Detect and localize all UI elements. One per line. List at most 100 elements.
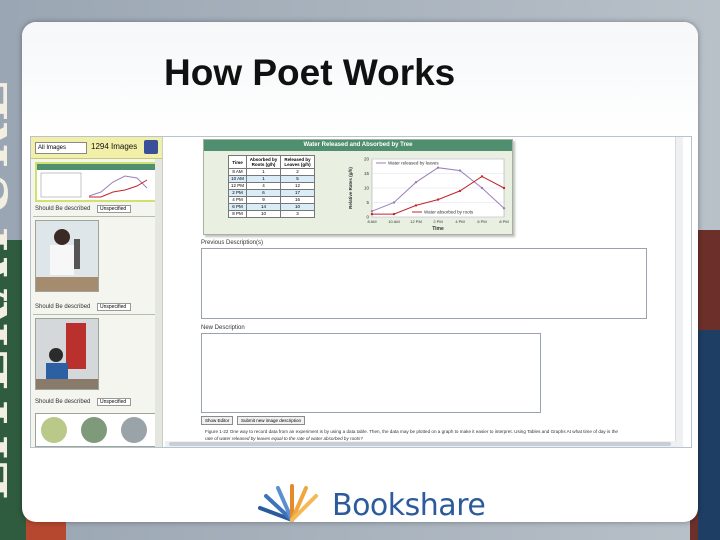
- cells-photo-icon: [36, 414, 158, 446]
- table-cell: 10: [246, 210, 282, 218]
- table-cell: 6: [246, 189, 282, 197]
- book-fan-icon: [258, 484, 318, 522]
- table-cell: 9: [246, 196, 282, 204]
- table-cell: 8 PM: [227, 210, 248, 218]
- table-cell: 2: [280, 168, 316, 176]
- new-description-label: New Description: [201, 325, 245, 331]
- poet-screenshot: All Images 1294 Images Should Be describ…: [30, 136, 692, 448]
- x-tick-label: 6 PM: [477, 219, 486, 224]
- table-header: Absorbed by Roots (g/h): [246, 155, 282, 169]
- image-filter-select[interactable]: All Images: [35, 142, 87, 154]
- thumbnail-microscope[interactable]: [35, 220, 99, 292]
- table-cell: 1: [246, 168, 282, 176]
- data-point: [414, 181, 418, 184]
- figure-heading: Water Released and Absorbed by Tree: [204, 140, 512, 151]
- data-point: [436, 198, 440, 201]
- legend-label: Water absorbed by roots: [424, 210, 474, 215]
- thumbnail-chart[interactable]: [35, 162, 159, 202]
- divider: [33, 216, 157, 217]
- legend-label: Water released by leaves: [388, 161, 439, 166]
- table-cell: 6 PM: [227, 203, 248, 211]
- table-cell: 5: [280, 175, 316, 183]
- y-tick-label: 15: [364, 171, 370, 176]
- item-label: Should Be described: [35, 206, 91, 212]
- table-row: 8 AM 1 2: [227, 168, 316, 176]
- data-point: [392, 212, 396, 216]
- new-description-input[interactable]: [201, 333, 541, 413]
- data-point: [458, 189, 462, 193]
- previous-description-label: Previous Description(s): [201, 240, 264, 246]
- x-tick-label: 2 PM: [433, 219, 442, 224]
- data-point: [480, 175, 484, 178]
- table-cell: 12: [280, 182, 316, 190]
- data-point: [480, 186, 484, 190]
- slide-title: How Poet Works: [164, 52, 456, 93]
- item-label: Should Be described: [35, 304, 91, 310]
- table-cell: 14: [246, 203, 282, 211]
- help-icon[interactable]: [144, 140, 158, 154]
- image-list-pane: All Images 1294 Images Should Be describ…: [31, 137, 163, 447]
- data-point: [414, 204, 418, 207]
- y-tick-label: 5: [366, 200, 369, 205]
- table-cell: 17: [280, 189, 316, 197]
- x-tick-label: 10 AM: [388, 219, 399, 224]
- data-point: [436, 166, 440, 169]
- x-tick-label: 12 PM: [410, 219, 422, 224]
- table-row: 6 PM 14 10: [227, 203, 316, 211]
- table-cell: 10: [280, 203, 316, 211]
- show-editor-button[interactable]: Show Editor: [201, 416, 234, 425]
- thumbnail-chart-icon: [37, 164, 157, 198]
- table-cell: 4 PM: [227, 196, 248, 204]
- table-cell: 12 PM: [227, 182, 248, 190]
- status-select[interactable]: Unspecified: [97, 303, 131, 311]
- thumbnail-cells[interactable]: [35, 413, 159, 447]
- table-cell: 3: [280, 210, 316, 218]
- data-table: Time Absorbed by Roots (g/h) Released by…: [227, 155, 316, 218]
- bookshare-logo: Bookshare: [254, 484, 486, 522]
- table-cell: 8 AM: [227, 168, 248, 176]
- line-chart: 201510508 AM 10 AM 12 PM 2 PM 4 PM 6 PM 8 PMTi…: [348, 157, 509, 233]
- data-point: [392, 201, 396, 204]
- microscope-photo-icon: [36, 221, 98, 291]
- figure-image: Water Released and Absorbed by Tree Time…: [203, 139, 513, 235]
- image-list-scrollbar[interactable]: [155, 159, 162, 447]
- slide: How Poet Works All Images 1294 Images Sh…: [22, 22, 698, 522]
- table-cell: 4: [246, 182, 282, 190]
- bookshare-wordmark: Bookshare: [332, 488, 486, 522]
- description-scrollbar[interactable]: [675, 137, 683, 447]
- horizontal-scrollbar[interactable]: [165, 441, 683, 447]
- status-select[interactable]: Unspecified: [97, 398, 131, 406]
- table-header: Released by Leaves (g/h): [280, 155, 316, 169]
- table-row: 8 PM 10 3: [227, 210, 316, 218]
- image-count: 1294 Images: [91, 142, 138, 151]
- x-axis-label: Time: [432, 226, 444, 232]
- x-tick-label: 8 PM: [499, 219, 508, 224]
- item-label: Should Be described: [35, 399, 91, 405]
- figure-caption: Figure 1-22 One way to record data from …: [205, 429, 618, 434]
- table-row: 12 PM 4 12: [227, 182, 316, 190]
- divider: [33, 314, 157, 315]
- scroll-thumb[interactable]: [169, 442, 671, 446]
- table-header: Time: [227, 155, 248, 169]
- table-cell: 16: [280, 196, 316, 204]
- table-row: 4 PM 9 16: [227, 196, 316, 204]
- data-point: [458, 169, 462, 172]
- data-point: [502, 186, 506, 190]
- table-row: 10 AM 1 5: [227, 175, 316, 183]
- data-point: [370, 210, 374, 213]
- lab-photo-icon: [36, 319, 98, 389]
- data-point: [370, 212, 374, 216]
- table-cell: 2 PM: [227, 189, 248, 197]
- submit-description-button[interactable]: Submit new image description: [237, 416, 306, 425]
- description-pane: Water Released and Absorbed by Tree Time…: [165, 137, 683, 447]
- x-tick-label: 8 AM: [367, 219, 376, 224]
- previous-description-box[interactable]: [201, 248, 647, 319]
- data-point: [502, 207, 506, 210]
- table-cell: 1: [246, 175, 282, 183]
- y-tick-label: 10: [364, 186, 370, 191]
- table-cell: 10 AM: [227, 175, 248, 183]
- thumbnail-lab-equipment[interactable]: [35, 318, 99, 390]
- table-row: 2 PM 6 17: [227, 189, 316, 197]
- status-select[interactable]: Unspecified: [97, 205, 131, 213]
- image-list-toolbar: All Images 1294 Images: [31, 137, 162, 159]
